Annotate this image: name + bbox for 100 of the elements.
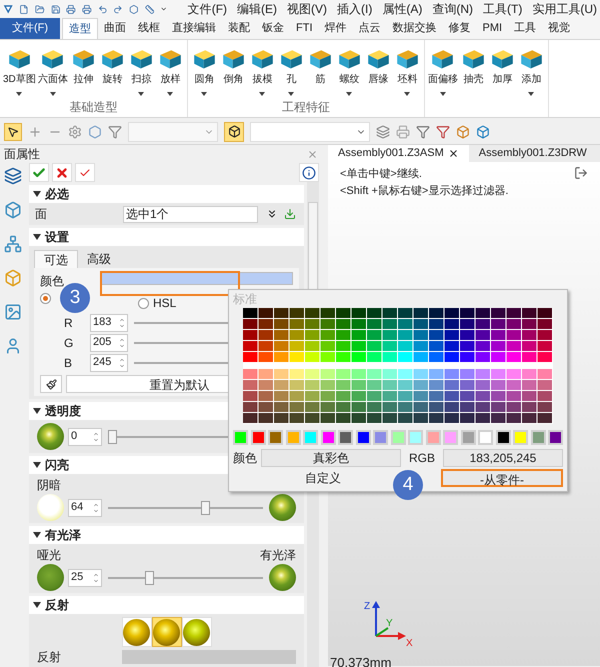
ribbon-tool-button[interactable]: 3D草图: [2, 40, 37, 96]
menu-item[interactable]: 属性(A): [382, 0, 422, 18]
cube-icon[interactable]: [4, 269, 22, 287]
layers-icon[interactable]: [376, 124, 390, 138]
ribbon-tab[interactable]: 工具: [508, 18, 542, 39]
menu-item[interactable]: 实用工具(U): [532, 0, 598, 18]
exit-icon[interactable]: [574, 166, 588, 180]
tree-icon[interactable]: [4, 235, 22, 253]
ribbon-tool-button[interactable]: 拔模: [248, 40, 277, 96]
color-swatch[interactable]: [303, 430, 318, 445]
tab[interactable]: 高级: [78, 250, 120, 268]
color-swatch[interactable]: [548, 430, 563, 445]
menu-item[interactable]: 编辑(E): [237, 0, 278, 18]
section-header[interactable]: 反射: [29, 596, 304, 614]
ribbon-tool-button[interactable]: 圆角: [190, 40, 219, 96]
color-swatch[interactable]: [286, 430, 300, 445]
spin-field[interactable]: 183: [90, 314, 128, 332]
ribbon-tab[interactable]: 视觉: [542, 18, 576, 39]
spin-field[interactable]: 64: [68, 498, 102, 516]
save-icon[interactable]: [50, 2, 60, 16]
filter-icon[interactable]: [108, 124, 122, 138]
ribbon-tab[interactable]: FTI: [290, 18, 318, 39]
color-swatch[interactable]: [478, 430, 493, 445]
ribbon-tool-button[interactable]: 倒角: [218, 40, 248, 96]
section-header[interactable]: 必选: [29, 185, 304, 203]
new-file-icon[interactable]: [19, 2, 30, 16]
cube-icon[interactable]: [476, 124, 490, 138]
ribbon-tab[interactable]: 数据交换: [386, 18, 442, 39]
radio-button[interactable]: [138, 298, 149, 308]
color-swatch[interactable]: [460, 430, 476, 445]
color-swatch[interactable]: [443, 430, 458, 445]
slider[interactable]: [108, 570, 263, 584]
input-field[interactable]: [250, 122, 370, 142]
ribbon-tool-button[interactable]: 孔: [276, 40, 306, 96]
ribbon-tab[interactable]: 修复: [442, 18, 476, 39]
ribbon-tool-button[interactable]: 加厚: [488, 40, 517, 96]
color-mode-field[interactable]: 真彩色: [261, 449, 401, 467]
open-folder-icon[interactable]: [35, 2, 45, 16]
reflection-option[interactable]: [152, 617, 182, 647]
close-icon[interactable]: [448, 148, 459, 159]
menu-item[interactable]: 文件(F): [188, 0, 228, 18]
landscape-icon[interactable]: [4, 303, 22, 321]
ribbon-tool-button[interactable]: 筋: [306, 40, 335, 96]
ribbon-tool-button[interactable]: 放样: [156, 40, 185, 96]
printer-icon[interactable]: [396, 124, 410, 138]
custom-button[interactable]: 自定义: [303, 469, 343, 487]
color-swatch[interactable]: [338, 430, 353, 445]
ribbon-tool-button[interactable]: 六面体: [36, 40, 69, 96]
download-icon[interactable]: [284, 208, 296, 220]
section-header[interactable]: 有光泽: [29, 526, 304, 544]
ribbon-tab[interactable]: 文件(F): [0, 18, 60, 39]
filter-icon[interactable]: [416, 124, 430, 138]
ribbon-tool-button[interactable]: 抽壳: [458, 40, 488, 96]
ribbon-tool-button[interactable]: 旋转: [98, 40, 127, 96]
slider-thumb[interactable]: [108, 430, 117, 444]
color-swatch[interactable]: [373, 430, 388, 445]
radio-button[interactable]: [40, 293, 51, 304]
ribbon-tab[interactable]: 点云: [352, 18, 386, 39]
info-button[interactable]: [299, 163, 319, 182]
ribbon-tool-button[interactable]: 面偏移: [426, 40, 459, 96]
ribbon-tab[interactable]: 焊件: [318, 18, 352, 39]
cube-icon[interactable]: [4, 201, 22, 219]
properties-icon[interactable]: [4, 167, 22, 185]
ribbon-tool-button[interactable]: 唇缘: [364, 40, 393, 96]
color-swatch[interactable]: [268, 430, 283, 445]
printer-icon[interactable]: [82, 2, 92, 16]
color-swatch[interactable]: [408, 430, 423, 445]
color-swatch[interactable]: [320, 430, 336, 445]
add-icon[interactable]: [28, 124, 42, 138]
hexagon-icon[interactable]: [128, 2, 139, 16]
selection-field[interactable]: 选中1个: [123, 206, 258, 222]
spin-field[interactable]: 245: [90, 354, 128, 372]
ribbon-tab[interactable]: 造型: [62, 18, 98, 39]
color-palette-grid[interactable]: [243, 308, 553, 424]
person-icon[interactable]: [4, 337, 22, 355]
ribbon-tab[interactable]: 钣金: [256, 18, 290, 39]
from-part-button[interactable]: -从零件-: [441, 469, 563, 487]
printer-icon[interactable]: [66, 2, 76, 16]
slider-thumb[interactable]: [144, 570, 154, 584]
color-swatch[interactable]: [426, 430, 440, 445]
tab[interactable]: 可选: [34, 250, 78, 268]
color-swatch[interactable]: [233, 430, 248, 445]
ribbon-tab[interactable]: 曲面: [98, 18, 132, 39]
reflection-option[interactable]: [182, 617, 212, 647]
filter-icon[interactable]: [436, 124, 450, 138]
slider-thumb[interactable]: [201, 500, 210, 514]
select-tool-button[interactable]: [4, 122, 22, 140]
spin-field[interactable]: 205: [90, 334, 128, 352]
color-swatch[interactable]: [530, 430, 546, 445]
ribbon-tool-button[interactable]: 添加: [516, 40, 546, 96]
brush-button[interactable]: [40, 375, 62, 393]
ribbon-tab[interactable]: 装配: [222, 18, 256, 39]
spin-field[interactable]: 25: [68, 568, 102, 586]
spin-field[interactable]: 0: [68, 428, 102, 446]
gear-icon[interactable]: [68, 124, 82, 138]
ok-button[interactable]: [29, 163, 49, 182]
view-tool-button[interactable]: [224, 122, 244, 142]
ribbon-tab[interactable]: 直接编辑: [166, 18, 222, 39]
double-chevron-icon[interactable]: [266, 208, 278, 220]
ribbon-tool-button[interactable]: 拉伸: [68, 40, 98, 96]
